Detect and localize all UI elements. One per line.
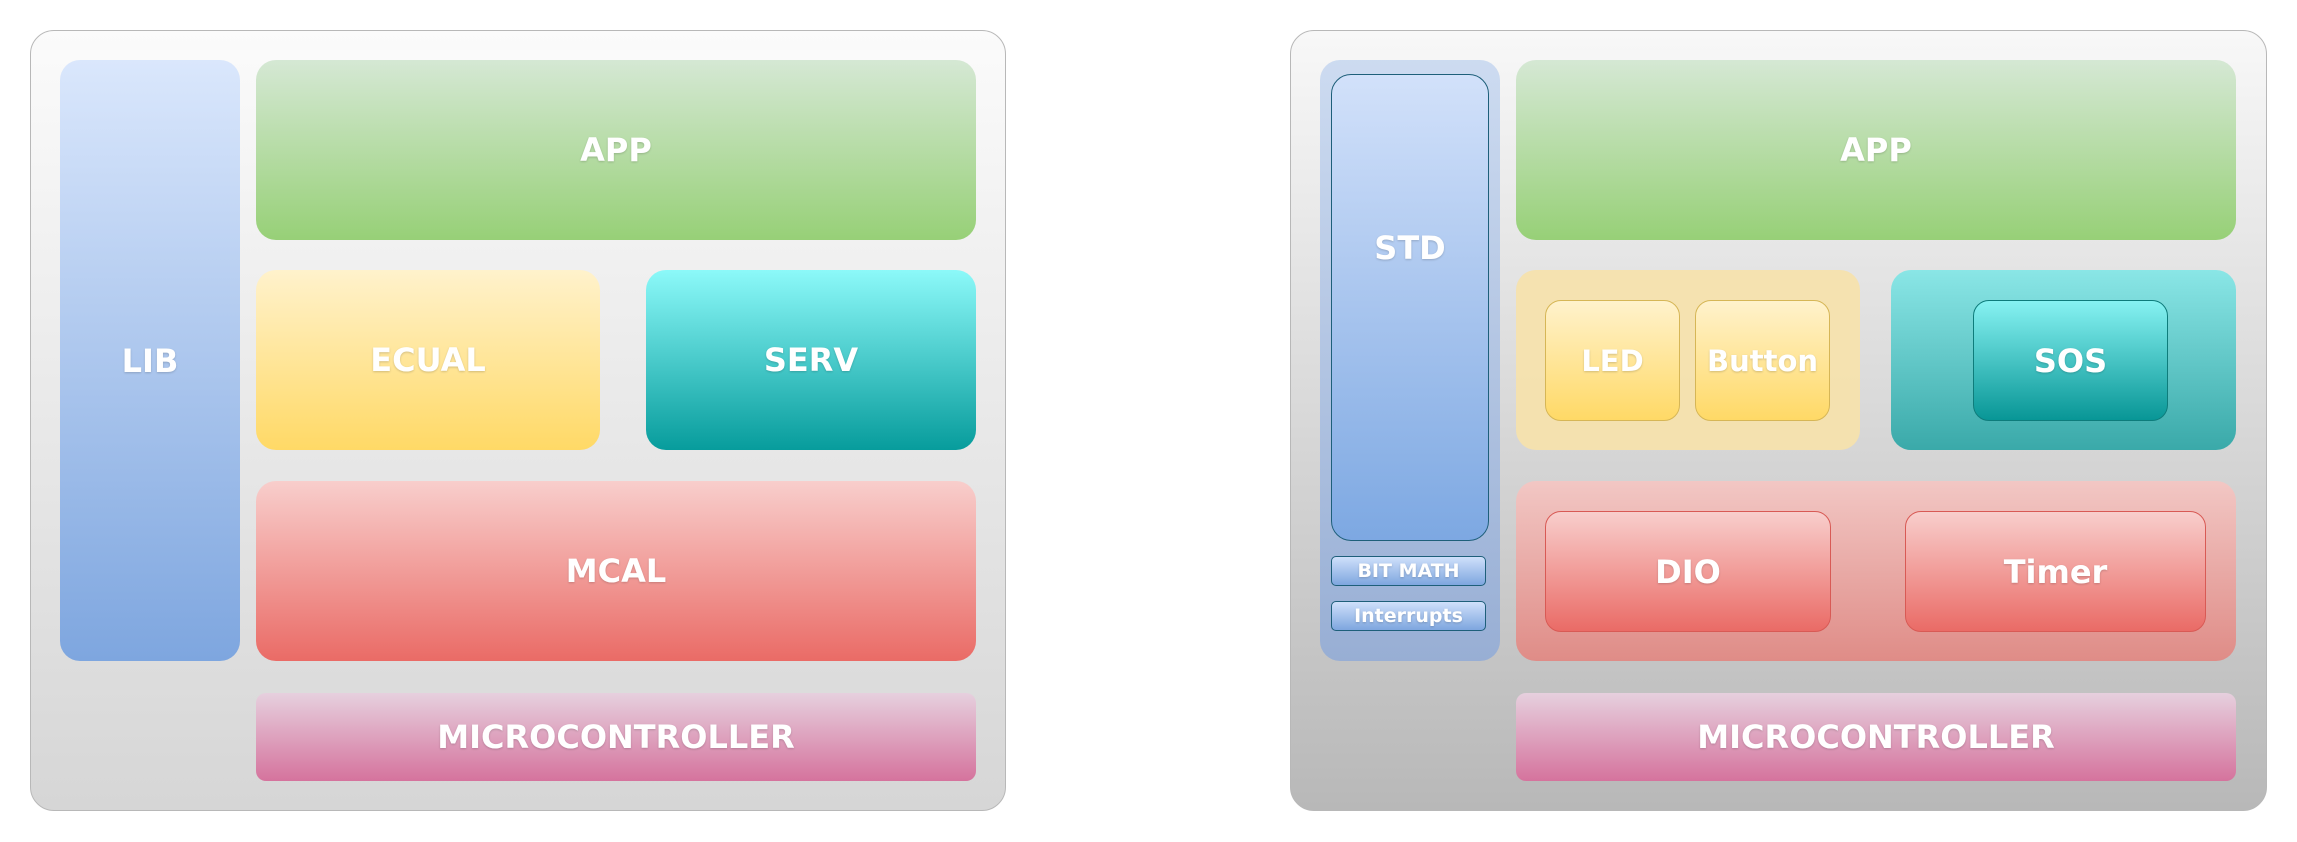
microcontroller-label-right: MICROCONTROLLER bbox=[1697, 718, 2055, 756]
serv-label: SERV bbox=[763, 341, 859, 379]
button-label: Button bbox=[1706, 343, 1819, 378]
timer-label: Timer bbox=[2003, 552, 2108, 591]
bit-math-block: BIT MATH bbox=[1331, 556, 1486, 586]
std-label: STD bbox=[1374, 228, 1446, 267]
sos-block: SOS bbox=[1973, 300, 2168, 421]
app-layer-right: APP bbox=[1516, 60, 2236, 240]
app-layer: APP bbox=[256, 60, 976, 240]
serv-layer: SERV bbox=[646, 270, 976, 450]
timer-block: Timer bbox=[1905, 511, 2206, 632]
bit-math-label: BIT MATH bbox=[1357, 560, 1460, 582]
interrupts-label: Interrupts bbox=[1354, 605, 1463, 627]
ecual-label: ECUAL bbox=[370, 341, 486, 379]
led-label: LED bbox=[1581, 343, 1644, 378]
interrupts-block: Interrupts bbox=[1331, 601, 1486, 631]
led-block: LED bbox=[1545, 300, 1680, 421]
microcontroller-layer: MICROCONTROLLER bbox=[256, 693, 976, 781]
microcontroller-label: MICROCONTROLLER bbox=[437, 718, 795, 756]
ecual-layer: ECUAL bbox=[256, 270, 600, 450]
std-block: STD bbox=[1331, 74, 1489, 541]
sos-label: SOS bbox=[2033, 341, 2108, 380]
mcal-layer: MCAL bbox=[256, 481, 976, 661]
app-label: APP bbox=[580, 131, 652, 169]
app-label-right: APP bbox=[1840, 131, 1912, 169]
lib-label: LIB bbox=[121, 341, 179, 380]
button-block: Button bbox=[1695, 300, 1830, 421]
lib-layer: LIB bbox=[60, 60, 240, 661]
mcal-label: MCAL bbox=[565, 552, 667, 590]
dio-label: DIO bbox=[1655, 552, 1721, 591]
dio-block: DIO bbox=[1545, 511, 1831, 632]
microcontroller-layer-right: MICROCONTROLLER bbox=[1516, 693, 2236, 781]
